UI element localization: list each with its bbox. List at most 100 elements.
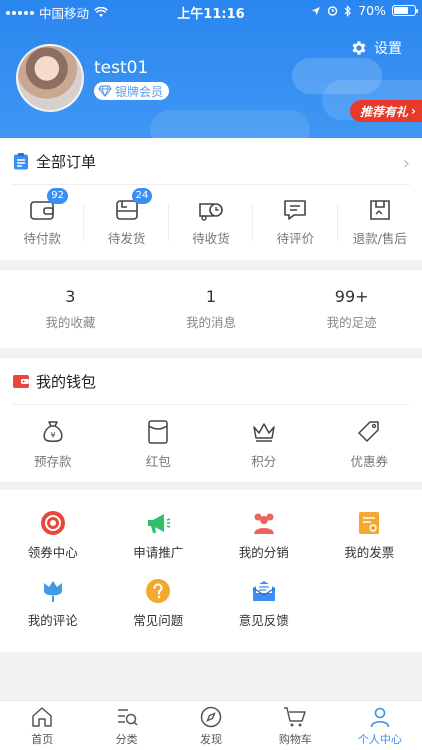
service-empty-slot: [317, 578, 422, 646]
favorites-stat[interactable]: 3 我的收藏: [0, 270, 141, 348]
bluetooth-icon: [344, 4, 352, 17]
tab-label: 首页: [31, 732, 54, 746]
home-icon: [32, 706, 52, 727]
stat-value: 99+: [334, 287, 369, 306]
wallet-coupons[interactable]: 优惠券: [317, 405, 422, 483]
crown-icon: [253, 422, 275, 442]
gear-icon: [352, 41, 366, 55]
wallet-label: 红包: [145, 453, 171, 469]
recommend-label: 推荐有礼: [360, 104, 409, 119]
order-pending-shipment[interactable]: 24 待发货: [84, 185, 170, 259]
wallet-row[interactable]: 我的钱包: [0, 358, 422, 404]
coupon-center-icon: [40, 511, 65, 535]
tab-label: 分类: [115, 732, 138, 746]
megaphone-icon: [148, 514, 171, 533]
stat-label: 我的收藏: [45, 315, 96, 330]
red-packet-icon: [148, 419, 168, 444]
chevron-right-icon: ›: [411, 104, 416, 118]
money-bag-icon: ¥: [43, 420, 63, 442]
all-orders-title: 全部订单: [36, 152, 97, 171]
order-label: 待收货: [192, 230, 230, 246]
bottom-tab-bar: 首页 分类 发现 购物车 个人中心: [0, 700, 422, 750]
wallet-deposit[interactable]: ¥ 预存款: [0, 405, 106, 483]
chevron-right-icon: ›: [402, 153, 410, 174]
tulip-icon: [43, 581, 62, 602]
stat-value: 3: [65, 287, 76, 306]
alarm-icon: [328, 6, 338, 16]
order-label: 待评价: [276, 230, 315, 246]
tab-label: 个人中心: [357, 732, 402, 746]
order-refund-aftersale[interactable]: 退款/售后: [338, 185, 422, 259]
refund-icon: [370, 199, 390, 220]
wallet-points[interactable]: 积分: [211, 405, 317, 483]
location-icon: [312, 6, 321, 15]
tab-label: 发现: [200, 732, 223, 746]
tab-category[interactable]: 分类: [84, 701, 168, 750]
services-card: 领券中心 申请推广 我的分销 我的发票 我的评论 常见问题 意见反馈: [0, 490, 422, 652]
status-bar: 中国移动 上午11:16 70%: [0, 0, 422, 22]
question-icon: [146, 579, 171, 603]
wallet-red-icon: [13, 375, 29, 388]
envelope-icon: [252, 581, 276, 601]
invoice-icon: [359, 512, 380, 534]
battery-icon: [392, 5, 418, 16]
member-level-badge[interactable]: 银牌会员: [94, 82, 170, 100]
service-label: 领券中心: [27, 545, 78, 560]
service-label: 申请推广: [133, 545, 184, 560]
order-pending-review[interactable]: 待评价: [253, 185, 339, 259]
person-icon: [370, 707, 390, 727]
cloud-decoration: [150, 110, 310, 138]
coupon-tag-icon: [358, 420, 379, 442]
service-my-distribution[interactable]: 我的分销: [211, 510, 317, 578]
clipboard-icon: [14, 153, 28, 170]
unshipped-count-badge: 24: [131, 187, 153, 204]
service-coupon-center[interactable]: 领券中心: [0, 510, 106, 578]
tab-label: 购物车: [278, 732, 312, 746]
group-icon: [253, 513, 274, 534]
username: test01: [94, 58, 149, 78]
settings-button[interactable]: 设置: [350, 38, 402, 58]
messages-stat[interactable]: 1 我的消息: [141, 270, 282, 348]
truck-icon: [199, 202, 223, 221]
service-label: 常见问题: [133, 613, 184, 628]
avatar[interactable]: [16, 44, 84, 112]
wallet-card: 我的钱包 ¥ 预存款 红包 积分 优惠券: [0, 358, 422, 482]
order-pending-payment[interactable]: 92 待付款: [0, 185, 85, 259]
tab-cart[interactable]: 购物车: [253, 701, 337, 750]
stats-card: 3 我的收藏 1 我的消息 99+ 我的足迹: [0, 270, 422, 348]
order-pending-receipt[interactable]: 待收货: [169, 185, 254, 259]
profile-header: 中国移动 上午11:16 70% 设置 test01 银牌会员 推荐有礼 ›: [0, 0, 422, 138]
battery-percent: 70%: [358, 3, 386, 18]
service-faq[interactable]: 常见问题: [106, 578, 212, 646]
service-label: 我的评论: [27, 613, 78, 628]
recommend-reward-button[interactable]: 推荐有礼 ›: [350, 100, 422, 122]
wallet-label: 优惠券: [350, 453, 388, 469]
stat-label: 我的足迹: [326, 315, 377, 330]
service-label: 我的分销: [238, 545, 289, 560]
order-label: 待发货: [107, 230, 146, 246]
wallet-label: 预存款: [33, 453, 72, 469]
service-my-reviews[interactable]: 我的评论: [0, 578, 106, 646]
orders-card: 全部订单 › 92 待付款 24 待发货 待收货 待评价 退款/售后: [0, 138, 422, 260]
wallet-label: 积分: [251, 453, 277, 469]
order-label: 待付款: [23, 230, 61, 246]
service-feedback[interactable]: 意见反馈: [211, 578, 317, 646]
settings-label: 设置: [374, 41, 402, 57]
diamond-icon: [98, 85, 112, 97]
stat-value: 1: [205, 287, 217, 306]
unpaid-count-badge: 92: [47, 187, 68, 204]
tab-profile[interactable]: 个人中心: [338, 701, 422, 750]
all-orders-row[interactable]: 全部订单 ›: [0, 138, 422, 184]
wallet-title: 我的钱包: [36, 372, 97, 391]
tab-home[interactable]: 首页: [0, 701, 84, 750]
order-label: 退款/售后: [352, 230, 407, 246]
wallet-red-packet[interactable]: 红包: [106, 405, 212, 483]
tab-discover[interactable]: 发现: [169, 701, 253, 750]
comment-icon: [284, 199, 307, 220]
footprints-stat[interactable]: 99+ 我的足迹: [281, 270, 422, 348]
stat-label: 我的消息: [186, 315, 237, 330]
member-level-label: 银牌会员: [115, 84, 164, 99]
svg-text:¥: ¥: [50, 431, 55, 440]
service-apply-promotion[interactable]: 申请推广: [106, 510, 212, 578]
service-my-invoice[interactable]: 我的发票: [317, 510, 422, 578]
